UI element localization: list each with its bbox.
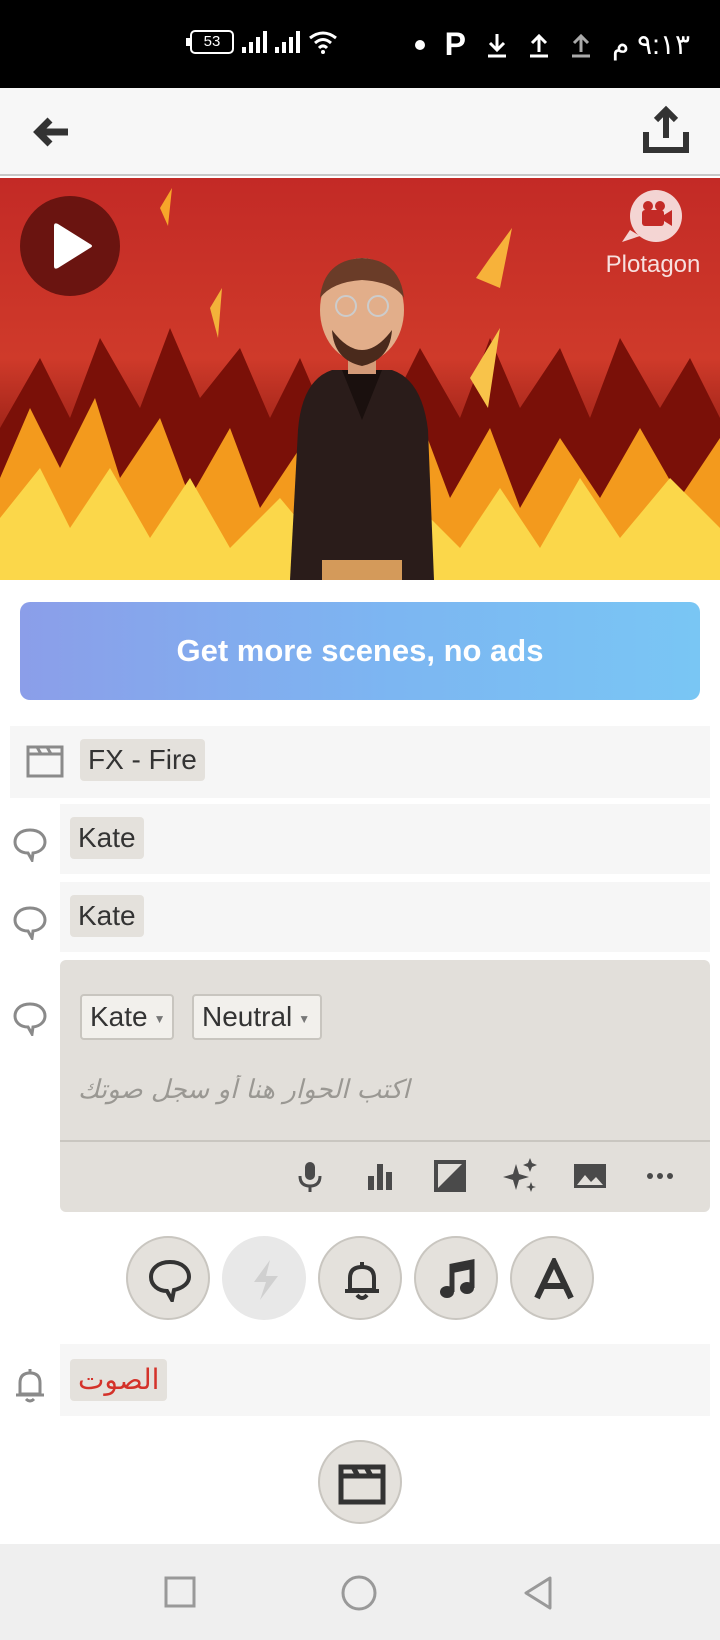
dropdown-caret-icon: ▼ bbox=[153, 1011, 166, 1026]
add-action-button[interactable] bbox=[222, 1236, 306, 1320]
get-more-scenes-button[interactable]: Get more scenes, no ads bbox=[20, 602, 700, 700]
speech-bubble-icon bbox=[13, 906, 47, 940]
editor-divider bbox=[60, 1140, 710, 1142]
camera-logo-icon bbox=[622, 190, 682, 242]
parking-icon: P bbox=[444, 26, 466, 62]
recent-apps-icon[interactable] bbox=[162, 1574, 198, 1610]
character-chip[interactable]: Kate bbox=[70, 895, 144, 937]
character-select-value: Kate bbox=[90, 1001, 148, 1032]
add-scene-button[interactable] bbox=[318, 1440, 402, 1524]
image-filter-icon[interactable] bbox=[430, 1156, 470, 1196]
bar-chart-icon[interactable] bbox=[360, 1156, 400, 1196]
scene-preview[interactable]: Plotagon bbox=[0, 178, 720, 580]
scene-chip[interactable]: FX - Fire bbox=[80, 739, 205, 781]
dialogue-editor: Kate ▼ Neutral ▼ bbox=[60, 960, 710, 1212]
lightning-bolt-icon bbox=[254, 1260, 278, 1300]
letter-a-icon bbox=[534, 1258, 574, 1300]
add-text-button[interactable] bbox=[510, 1236, 594, 1320]
upload-icon bbox=[529, 33, 548, 57]
dialogue-line-row[interactable] bbox=[60, 882, 710, 952]
back-arrow-icon[interactable] bbox=[28, 108, 76, 156]
signal-icon bbox=[242, 31, 267, 53]
character-avatar bbox=[290, 258, 434, 580]
bell-icon bbox=[16, 1369, 44, 1403]
play-icon bbox=[54, 223, 92, 269]
bell-icon bbox=[345, 1262, 379, 1300]
notification-dot-icon bbox=[414, 39, 425, 50]
sound-chip[interactable]: الصوت bbox=[70, 1359, 168, 1401]
download-icon bbox=[487, 33, 506, 57]
clapperboard-icon bbox=[26, 745, 64, 778]
landscape-image-icon[interactable] bbox=[570, 1156, 610, 1196]
share-upload-icon[interactable] bbox=[640, 104, 692, 156]
status-left-cluster: 53 bbox=[186, 30, 338, 54]
battery-icon: 53 bbox=[186, 30, 234, 54]
speech-bubble-icon bbox=[13, 828, 47, 862]
plotagon-watermark: Plotagon bbox=[598, 188, 708, 279]
play-button[interactable] bbox=[20, 196, 120, 296]
signal-icon-2 bbox=[275, 31, 300, 53]
dialogue-text-input[interactable] bbox=[78, 1070, 688, 1110]
status-bar: 53 P ٩:١٣ م bbox=[0, 0, 720, 88]
add-sound-button[interactable] bbox=[318, 1236, 402, 1320]
dropdown-caret-icon: ▼ bbox=[298, 1011, 311, 1026]
dialogue-line-row[interactable] bbox=[60, 804, 710, 874]
emotion-select-value: Neutral bbox=[202, 1001, 293, 1032]
music-note-icon bbox=[440, 1258, 475, 1298]
microphone-icon[interactable] bbox=[290, 1156, 330, 1196]
character-select[interactable]: Kate ▼ bbox=[80, 994, 174, 1040]
top-app-bar bbox=[0, 88, 720, 176]
sparkles-icon[interactable] bbox=[500, 1156, 540, 1196]
speech-bubble-icon bbox=[148, 1259, 192, 1302]
watermark-label: Plotagon bbox=[605, 251, 701, 278]
clapperboard-icon bbox=[338, 1464, 386, 1505]
emotion-select[interactable]: Neutral ▼ bbox=[192, 994, 322, 1040]
add-dialogue-button[interactable] bbox=[126, 1236, 210, 1320]
status-right-cluster: P ٩:١٣ م bbox=[414, 26, 690, 63]
home-icon[interactable] bbox=[340, 1574, 378, 1612]
clock: ٩:١٣ م bbox=[611, 29, 690, 60]
add-music-button[interactable] bbox=[414, 1236, 498, 1320]
system-navigation-bar bbox=[0, 1544, 720, 1640]
back-triangle-icon[interactable] bbox=[520, 1574, 556, 1612]
upload-icon-2 bbox=[571, 33, 590, 57]
more-options-icon[interactable] bbox=[640, 1156, 680, 1196]
character-chip[interactable]: Kate bbox=[70, 817, 144, 859]
speech-bubble-icon bbox=[13, 1002, 47, 1036]
wifi-icon bbox=[309, 31, 337, 54]
